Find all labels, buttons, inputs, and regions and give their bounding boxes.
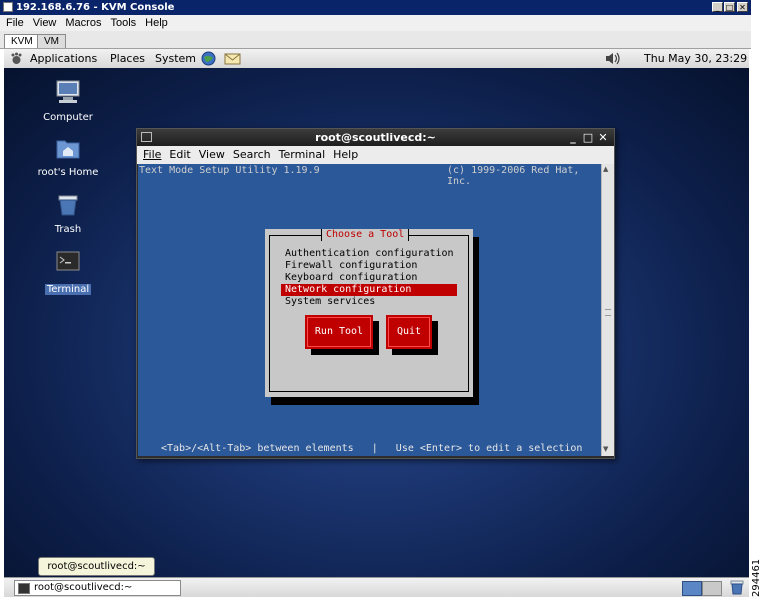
- kvm-menu-macros[interactable]: Macros: [65, 17, 101, 29]
- run-tool-button[interactable]: Run Tool: [305, 315, 373, 349]
- taskbar-task-label: root@scoutlivecd:~: [34, 582, 133, 593]
- quit-label: Quit: [396, 326, 422, 337]
- kvm-titlebar: 192.168.6.76 - KVM Console _ □ ✕: [0, 0, 751, 15]
- tool-item-services[interactable]: System services: [285, 296, 375, 308]
- maximize-button[interactable]: □: [724, 2, 735, 12]
- terminal-menubar: File Edit View Search Terminal Help: [137, 146, 614, 164]
- desktop-icon-trash[interactable]: Trash: [33, 194, 103, 235]
- kvm-menubar: File View Macros Tools Help: [0, 15, 751, 31]
- taskbar-terminal-icon: [18, 583, 30, 594]
- terminal-close-button[interactable]: ✕: [597, 129, 609, 146]
- terminal-maximize-button[interactable]: □: [582, 129, 594, 146]
- kvm-menu-view[interactable]: View: [33, 17, 57, 29]
- kvm-menu-file[interactable]: File: [6, 17, 24, 29]
- dialog-title: Choose a Tool: [321, 229, 410, 241]
- desktop-icon-computer[interactable]: Computer: [33, 80, 103, 123]
- desktop-icon-label: Computer: [43, 112, 93, 123]
- computer-icon: [55, 80, 81, 108]
- panel-clock[interactable]: Thu May 30, 23:29: [644, 49, 747, 68]
- kvm-menu-tools[interactable]: Tools: [110, 17, 136, 29]
- kvm-app-icon: [3, 2, 13, 12]
- figure-code-text: 294461: [751, 558, 762, 597]
- top-panel: Applications Places System Thu May 30, 2…: [4, 49, 749, 69]
- terminal-menu-edit[interactable]: Edit: [169, 148, 190, 161]
- workspace-1-icon[interactable]: [682, 581, 702, 596]
- desktop-icon-terminal[interactable]: Terminal: [33, 251, 103, 296]
- tool-item-authentication[interactable]: Authentication configuration: [285, 248, 454, 260]
- newt-help-footer: <Tab>/<Alt-Tab> between elements | Use <…: [161, 443, 583, 454]
- minimize-button[interactable]: _: [712, 2, 723, 12]
- kvm-window-title: 192.168.6.76 - KVM Console: [16, 2, 175, 13]
- choose-tool-dialog: Choose a Tool Authentication configurati…: [265, 229, 473, 397]
- run-tool-label: Run Tool: [314, 326, 364, 337]
- scroll-down-arrow-icon[interactable]: ▼: [603, 445, 608, 453]
- terminal-menu-file[interactable]: File: [143, 148, 161, 161]
- menu-places[interactable]: Places: [110, 49, 145, 68]
- terminal-menu-help[interactable]: Help: [333, 148, 358, 161]
- terminal-screen[interactable]: Text Mode Setup Utility 1.19.9 (c) 1999-…: [138, 164, 601, 456]
- desktop-icon-label: root's Home: [37, 167, 99, 178]
- terminal-titlebar[interactable]: root@scoutlivecd:~ _ □ ✕: [137, 129, 614, 146]
- kvm-tab-strip: KVM VM: [0, 31, 751, 49]
- tool-item-firewall[interactable]: Firewall configuration: [285, 260, 417, 272]
- bottom-panel: root@scoutlivecd:~: [4, 577, 749, 597]
- scroll-up-arrow-icon[interactable]: ▲: [603, 165, 608, 173]
- terminal-window-icon: [141, 132, 152, 142]
- tab-vm[interactable]: VM: [37, 34, 66, 48]
- terminal-icon: [56, 251, 80, 277]
- tool-item-keyboard[interactable]: Keyboard configuration: [285, 272, 417, 284]
- terminal-window: root@scoutlivecd:~ _ □ ✕ File Edit View Sea…: [136, 128, 615, 459]
- desktop-icon-home[interactable]: root's Home: [33, 137, 103, 178]
- terminal-minimize-button[interactable]: _: [567, 129, 579, 146]
- copyright-header: (c) 1999-2006 Red Hat, Inc.: [447, 165, 580, 187]
- taskbar-tooltip: root@scoutlivecd:~: [38, 557, 155, 576]
- close-button[interactable]: ✕: [737, 2, 748, 12]
- menu-applications[interactable]: Applications: [30, 49, 97, 68]
- tab-kvm[interactable]: KVM: [4, 34, 40, 48]
- trash-icon: [57, 194, 79, 220]
- desktop-icon-label: Terminal: [44, 284, 92, 295]
- desktop-icon-label: Trash: [54, 224, 82, 235]
- menu-system[interactable]: System: [155, 49, 196, 68]
- kvm-menu-help[interactable]: Help: [145, 17, 168, 29]
- quit-button[interactable]: Quit: [386, 315, 432, 349]
- terminal-title: root@scoutlivecd:~: [315, 131, 436, 144]
- figure-code: 294461: [750, 545, 763, 600]
- home-folder-icon: [56, 137, 80, 163]
- scrollbar-grip[interactable]: [605, 309, 611, 316]
- gnome-foot-icon[interactable]: [10, 52, 23, 65]
- workspace-2-icon[interactable]: [702, 581, 722, 596]
- terminal-menu-search[interactable]: Search: [233, 148, 271, 161]
- setup-utility-header: Text Mode Setup Utility 1.19.9: [139, 165, 320, 176]
- terminal-menu-view[interactable]: View: [199, 148, 225, 161]
- trash-applet-icon[interactable]: [730, 580, 744, 595]
- terminal-scrollbar[interactable]: ▲ ▼: [601, 164, 614, 456]
- terminal-menu-terminal[interactable]: Terminal: [279, 148, 326, 161]
- taskbar-button-terminal[interactable]: root@scoutlivecd:~: [14, 580, 181, 596]
- tool-item-network[interactable]: Network configuration: [281, 284, 457, 296]
